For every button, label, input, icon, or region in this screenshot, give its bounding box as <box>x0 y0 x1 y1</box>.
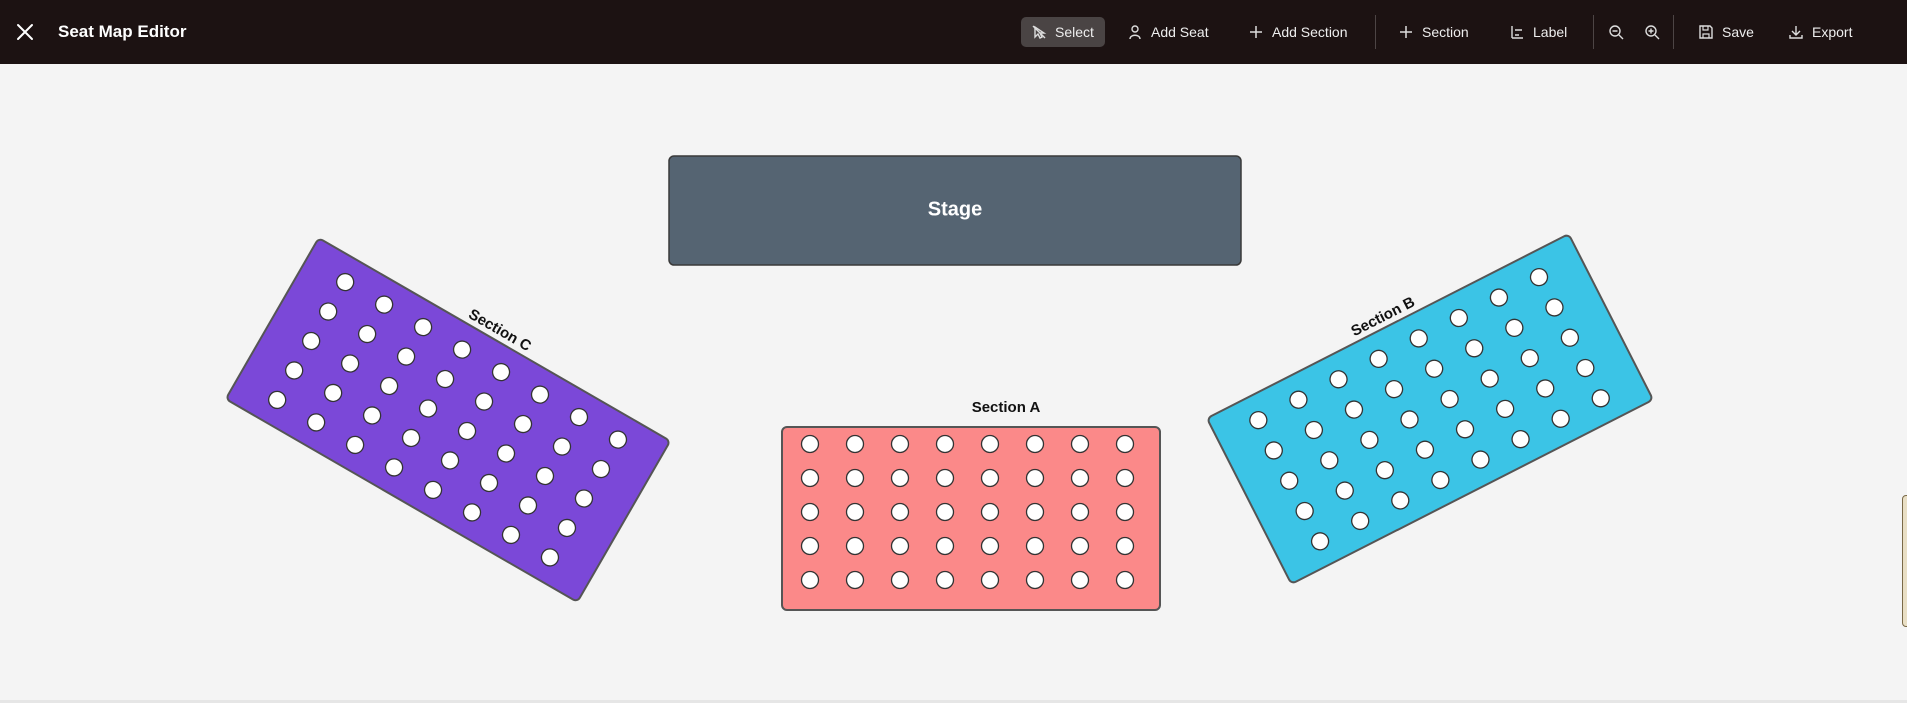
seat[interactable] <box>890 434 910 454</box>
seat[interactable] <box>845 536 865 556</box>
seat[interactable] <box>1115 536 1135 556</box>
toolbar-divider <box>1375 15 1376 49</box>
seat[interactable] <box>1115 570 1135 590</box>
seat[interactable] <box>935 502 955 522</box>
toolbar-divider <box>1593 15 1594 49</box>
section-tool-label: Section <box>1422 24 1469 40</box>
seat[interactable] <box>800 536 820 556</box>
seat-map-canvas[interactable]: Stage Section A Section B Section C <box>0 64 1907 703</box>
seat[interactable] <box>935 468 955 488</box>
seat[interactable] <box>1025 502 1045 522</box>
seat[interactable] <box>890 468 910 488</box>
save-button[interactable]: Save <box>1688 17 1764 47</box>
select-tool-label: Select <box>1055 24 1094 40</box>
seat[interactable] <box>1070 536 1090 556</box>
seat[interactable] <box>845 468 865 488</box>
add-seat-button[interactable]: Add Seat <box>1117 17 1219 47</box>
stage-label: Stage <box>928 198 982 220</box>
toolbar-divider <box>1673 15 1674 49</box>
seat[interactable] <box>845 570 865 590</box>
zoom-in-icon <box>1645 25 1660 40</box>
download-icon <box>1789 26 1803 39</box>
seat[interactable] <box>980 468 1000 488</box>
side-panel-handle[interactable] <box>1902 495 1907 627</box>
seat[interactable] <box>1115 468 1135 488</box>
seat[interactable] <box>935 434 955 454</box>
plus-icon <box>1400 26 1412 38</box>
text-align-icon <box>1511 26 1523 39</box>
label-tool-label: Label <box>1533 24 1568 40</box>
seat[interactable] <box>1070 570 1090 590</box>
close-button[interactable] <box>10 17 40 47</box>
zoom-in-button[interactable] <box>1638 17 1666 47</box>
seat[interactable] <box>800 502 820 522</box>
stage[interactable]: Stage <box>668 155 1242 266</box>
save-icon <box>1699 25 1713 39</box>
seat[interactable] <box>800 434 820 454</box>
cursor-off-icon <box>1032 25 1047 39</box>
seat[interactable] <box>845 434 865 454</box>
export-label: Export <box>1812 24 1853 40</box>
seat[interactable] <box>980 502 1000 522</box>
label-tool-button[interactable]: Label <box>1499 17 1577 47</box>
seat-map-svg[interactable]: Stage Section A Section B Section C <box>0 64 1907 703</box>
save-label: Save <box>1722 24 1754 40</box>
app-title: Seat Map Editor <box>58 22 187 41</box>
seat[interactable] <box>800 468 820 488</box>
seat[interactable] <box>980 536 1000 556</box>
plus-icon <box>1250 26 1262 38</box>
zoom-out-icon <box>1609 25 1624 40</box>
close-icon <box>17 24 33 40</box>
seat[interactable] <box>935 536 955 556</box>
person-icon <box>1129 25 1141 40</box>
seat[interactable] <box>1025 536 1045 556</box>
add-seat-label: Add Seat <box>1151 24 1209 40</box>
seat[interactable] <box>1115 434 1135 454</box>
top-toolbar: Seat Map Editor Select Add Seat Add Sect… <box>0 0 1907 64</box>
section-b[interactable]: Section B <box>1198 217 1653 584</box>
zoom-out-button[interactable] <box>1602 17 1630 47</box>
seat[interactable] <box>980 570 1000 590</box>
seat[interactable] <box>1070 502 1090 522</box>
seat[interactable] <box>935 570 955 590</box>
seat[interactable] <box>845 502 865 522</box>
seat[interactable] <box>890 536 910 556</box>
seat[interactable] <box>1115 502 1135 522</box>
seat[interactable] <box>1025 434 1045 454</box>
seat[interactable] <box>980 434 1000 454</box>
seat[interactable] <box>1070 468 1090 488</box>
section-tool-button[interactable]: Section <box>1388 17 1479 47</box>
seat[interactable] <box>800 570 820 590</box>
seat[interactable] <box>890 502 910 522</box>
section-c[interactable]: Section C <box>226 222 680 603</box>
section-a-label: Section A <box>972 399 1041 416</box>
add-section-button[interactable]: Add Section <box>1238 17 1358 47</box>
export-button[interactable]: Export <box>1778 17 1862 47</box>
select-tool-button[interactable]: Select <box>1021 17 1105 47</box>
section-a[interactable]: Section A <box>781 399 1161 611</box>
add-section-label: Add Section <box>1272 24 1348 40</box>
seat[interactable] <box>1025 570 1045 590</box>
seat[interactable] <box>1070 434 1090 454</box>
seat[interactable] <box>890 570 910 590</box>
seat[interactable] <box>1025 468 1045 488</box>
